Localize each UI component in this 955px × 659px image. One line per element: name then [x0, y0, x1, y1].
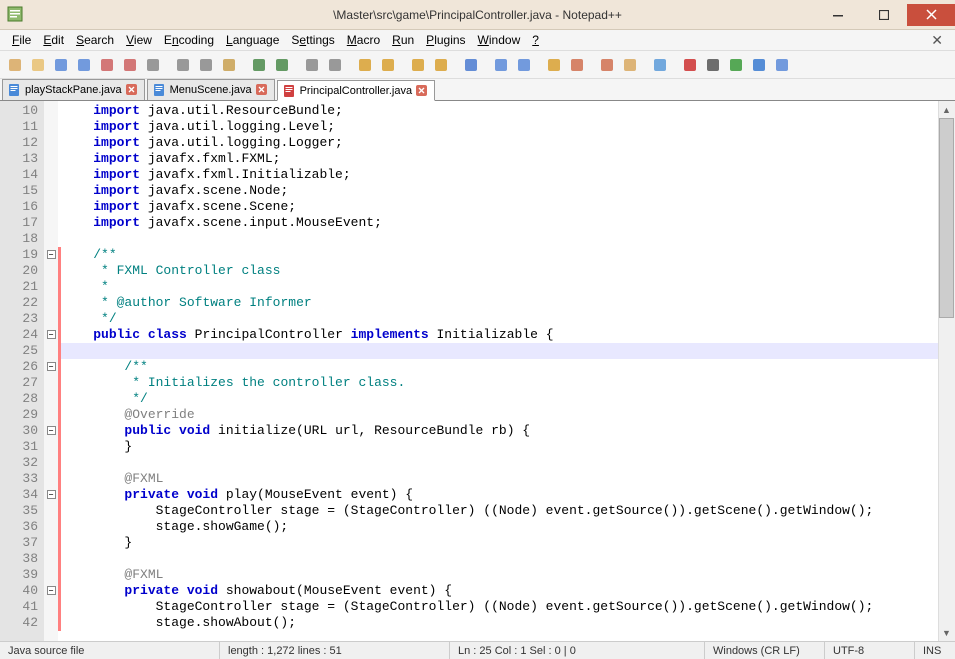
menu-encoding[interactable]: Encoding [158, 31, 220, 49]
status-insert-mode: INS [915, 642, 955, 659]
line-number-gutter[interactable]: 1011121314151617181920212223242526272829… [0, 101, 44, 641]
tab-label: playStackPane.java [25, 84, 122, 96]
maximize-button[interactable] [861, 4, 907, 26]
fold-toggle[interactable]: − [47, 362, 56, 371]
func-list-button[interactable] [596, 54, 618, 76]
fold-toggle[interactable]: − [47, 426, 56, 435]
close-all-button[interactable] [119, 54, 141, 76]
wrap-button[interactable] [460, 54, 482, 76]
redo-button[interactable] [271, 54, 293, 76]
status-language: Java source file [0, 642, 220, 659]
save-macro-button[interactable] [771, 54, 793, 76]
eye-button[interactable] [649, 54, 671, 76]
fold-toggle[interactable]: − [47, 490, 56, 499]
app-icon [6, 5, 26, 25]
menu-settings[interactable]: Settings [285, 31, 340, 49]
statusbar: Java source file length : 1,272 lines : … [0, 641, 955, 659]
stop-button[interactable] [702, 54, 724, 76]
tab-bar: playStackPane.java MenuScene.java Principa… [0, 79, 955, 101]
menu-run[interactable]: Run [386, 31, 420, 49]
status-eol: Windows (CR LF) [705, 642, 825, 659]
open-button[interactable] [27, 54, 49, 76]
save-button[interactable] [50, 54, 72, 76]
sync-h-button[interactable] [430, 54, 452, 76]
status-length: length : 1,272 lines : 51 [220, 642, 450, 659]
scroll-up-arrow[interactable]: ▲ [939, 101, 954, 118]
print-button[interactable] [142, 54, 164, 76]
record-button[interactable] [679, 54, 701, 76]
menu-plugins[interactable]: Plugins [420, 31, 471, 49]
titlebar: \Master\src\game\PrincipalController.jav… [0, 0, 955, 30]
menu-language[interactable]: Language [220, 31, 285, 49]
tab-close-icon[interactable] [416, 85, 428, 97]
all-chars-button[interactable] [490, 54, 512, 76]
fold-toggle[interactable]: − [47, 250, 56, 259]
folder-button[interactable] [619, 54, 641, 76]
menu-help[interactable]: ? [526, 31, 545, 49]
menu-file[interactable]: File [6, 31, 37, 49]
tab-label: MenuScene.java [170, 84, 252, 96]
window-controls [815, 4, 955, 26]
menu-window[interactable]: Window [472, 31, 527, 49]
scroll-thumb[interactable] [939, 118, 954, 318]
lang-button[interactable] [543, 54, 565, 76]
replace-button[interactable] [324, 54, 346, 76]
new-button[interactable] [4, 54, 26, 76]
status-position: Ln : 25 Col : 1 Sel : 0 | 0 [450, 642, 705, 659]
minimize-button[interactable] [815, 4, 861, 26]
file-icon [282, 84, 296, 98]
menubar: FileEditSearchViewEncodingLanguageSettin… [0, 30, 955, 51]
menu-search[interactable]: Search [70, 31, 120, 49]
cut-button[interactable] [172, 54, 194, 76]
zoom-in-button[interactable] [354, 54, 376, 76]
close-button[interactable] [907, 4, 955, 26]
zoom-out-button[interactable] [377, 54, 399, 76]
tab-menuscene-java[interactable]: MenuScene.java [147, 79, 275, 100]
paste-button[interactable] [218, 54, 240, 76]
editor: 1011121314151617181920212223242526272829… [0, 101, 955, 641]
scroll-down-arrow[interactable]: ▼ [939, 624, 954, 641]
undo-button[interactable] [248, 54, 270, 76]
tab-label: PrincipalController.java [300, 85, 413, 97]
fold-toggle[interactable]: − [47, 330, 56, 339]
file-icon [152, 83, 166, 97]
doc-map-button[interactable] [566, 54, 588, 76]
menu-view[interactable]: View [120, 31, 158, 49]
save-all-button[interactable] [73, 54, 95, 76]
find-button[interactable] [301, 54, 323, 76]
indent-guide-button[interactable] [513, 54, 535, 76]
fold-toggle[interactable]: − [47, 586, 56, 595]
tab-principalcontroller-java[interactable]: PrincipalController.java [277, 80, 436, 101]
window-title: \Master\src\game\PrincipalController.jav… [333, 8, 622, 22]
file-icon [7, 83, 21, 97]
copy-button[interactable] [195, 54, 217, 76]
vertical-scrollbar[interactable]: ▲ ▼ [938, 101, 955, 641]
toolbar [0, 51, 955, 79]
fold-margin[interactable]: − − − − − − [44, 101, 58, 641]
close-button[interactable] [96, 54, 118, 76]
status-encoding: UTF-8 [825, 642, 915, 659]
tab-playstackpane-java[interactable]: playStackPane.java [2, 79, 145, 100]
document-close-button[interactable]: ✕ [925, 32, 949, 49]
sync-v-button[interactable] [407, 54, 429, 76]
play-multi-button[interactable] [748, 54, 770, 76]
tab-close-icon[interactable] [256, 84, 268, 96]
tab-close-icon[interactable] [126, 84, 138, 96]
code-area[interactable]: import java.util.ResourceBundle; import … [58, 101, 938, 641]
menu-macro[interactable]: Macro [341, 31, 386, 49]
menu-edit[interactable]: Edit [37, 31, 70, 49]
play-button[interactable] [725, 54, 747, 76]
